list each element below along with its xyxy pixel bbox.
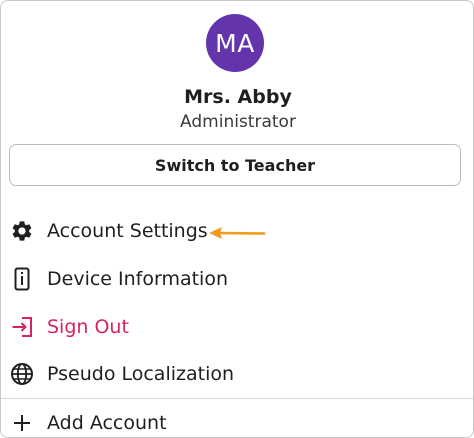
user-role: Administrator [180, 112, 296, 132]
menu-item-label: Sign Out [47, 316, 129, 338]
device-info-icon [10, 267, 34, 291]
user-name: Mrs. Abby [184, 86, 292, 108]
avatar: MA [206, 14, 264, 72]
plus-icon [10, 411, 34, 435]
menu-divider [1, 398, 473, 399]
menu-item-add-account[interactable]: Add Account [1, 403, 473, 437]
avatar-initials: MA [215, 28, 255, 58]
menu-item-pseudo-localization[interactable]: Pseudo Localization [1, 354, 473, 394]
menu-item-label: Add Account [47, 412, 167, 434]
annotation-arrow-icon [209, 227, 266, 239]
menu-item-label: Pseudo Localization [47, 363, 235, 385]
gear-icon [10, 219, 34, 243]
account-menu-panel: MA Mrs. Abby Administrator Switch to Tea… [0, 0, 474, 438]
menu-item-label: Device Information [47, 268, 229, 290]
sign-out-icon [10, 315, 34, 339]
menu-item-label: Account Settings [47, 220, 208, 242]
switch-role-button[interactable]: Switch to Teacher [9, 144, 461, 186]
globe-icon [10, 362, 34, 386]
menu-item-sign-out[interactable]: Sign Out [1, 307, 473, 347]
menu-item-device-information[interactable]: Device Information [1, 259, 473, 299]
